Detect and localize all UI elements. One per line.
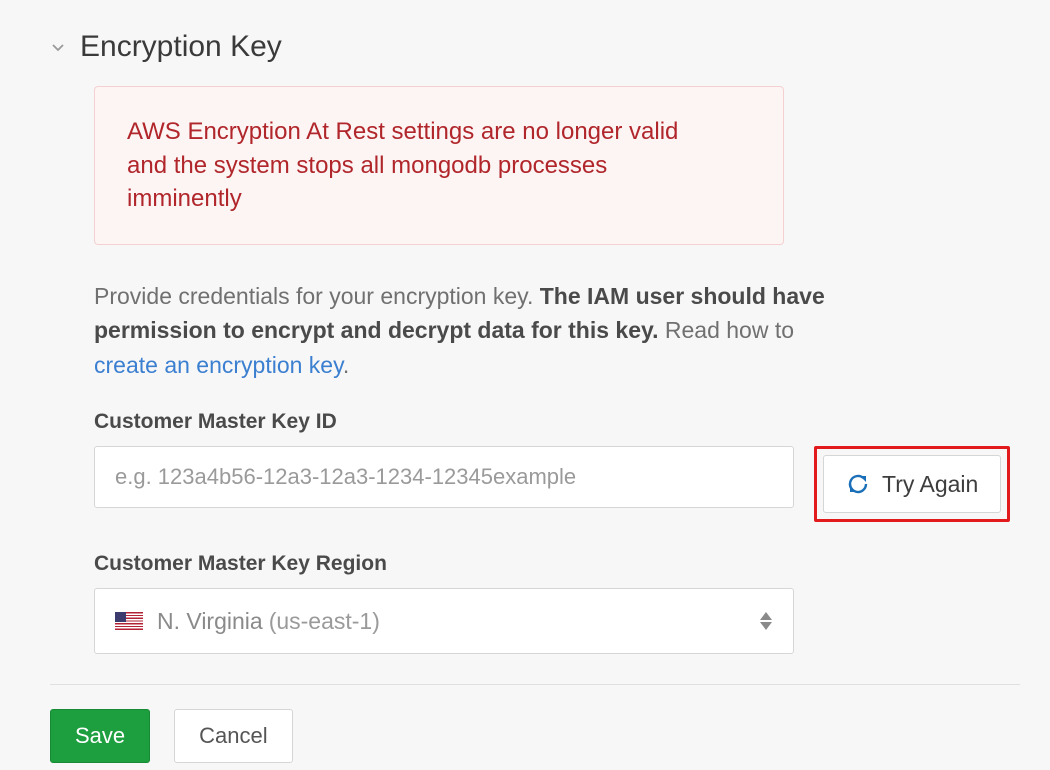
desc-part1: Provide credentials for your encryption … — [94, 283, 540, 309]
us-flag-icon — [115, 612, 143, 630]
customer-master-key-id-input[interactable] — [94, 446, 794, 508]
region-field-group: Customer Master Key Region N. Virginia (… — [94, 552, 1020, 654]
action-bar: Save Cancel — [50, 709, 1020, 763]
save-button[interactable]: Save — [50, 709, 150, 763]
error-alert: AWS Encryption At Rest settings are no l… — [94, 86, 784, 245]
error-alert-text: AWS Encryption At Rest settings are no l… — [127, 115, 707, 216]
section-header[interactable]: Encryption Key — [50, 30, 1020, 64]
customer-master-key-region-select[interactable]: N. Virginia (us-east-1) — [94, 588, 794, 654]
key-id-label: Customer Master Key ID — [94, 410, 1020, 434]
select-arrows-icon — [759, 612, 773, 630]
description-text: Provide credentials for your encryption … — [94, 279, 854, 383]
section-title: Encryption Key — [80, 30, 282, 64]
try-again-button[interactable]: Try Again — [823, 455, 1001, 513]
region-selected-name: N. Virginia — [157, 608, 263, 635]
region-selected-code: (us-east-1) — [269, 608, 380, 635]
divider — [50, 684, 1020, 685]
chevron-down-icon — [50, 39, 66, 55]
refresh-icon — [846, 472, 870, 496]
create-encryption-key-link[interactable]: create an encryption key — [94, 352, 343, 378]
cancel-button[interactable]: Cancel — [174, 709, 292, 763]
key-id-field-group: Customer Master Key ID Try Again — [94, 410, 1020, 522]
desc-period: . — [343, 352, 349, 378]
try-again-highlight: Try Again — [814, 446, 1010, 522]
try-again-label: Try Again — [882, 471, 978, 498]
region-label: Customer Master Key Region — [94, 552, 1020, 576]
desc-part2: Read how to — [659, 317, 795, 343]
